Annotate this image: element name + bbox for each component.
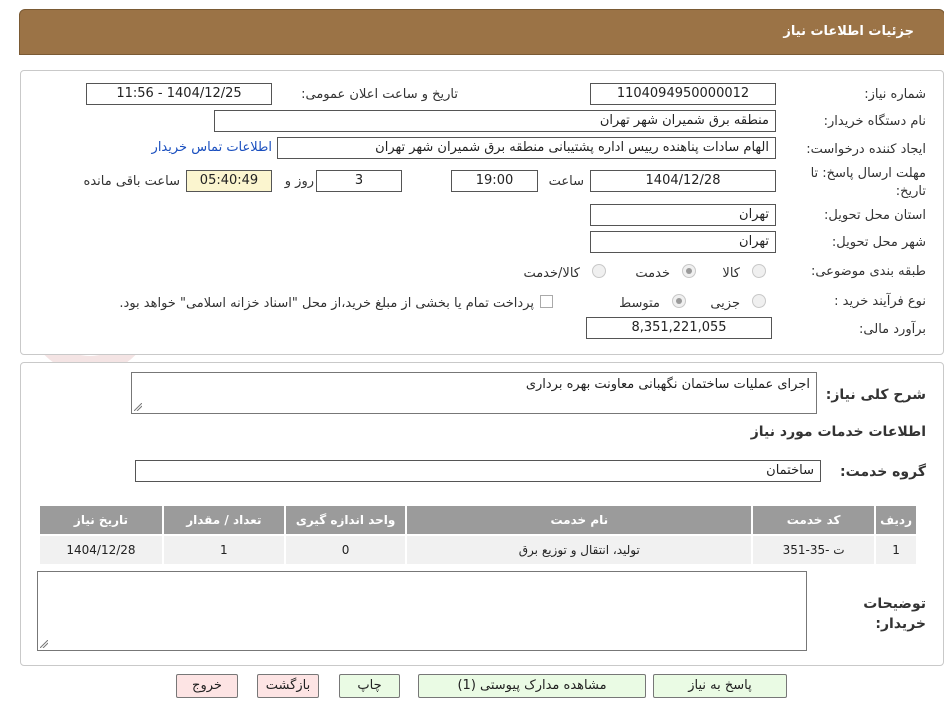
cell-need-date: 1404/12/28 [38,534,164,566]
reply-button[interactable]: پاسخ به نیاز [653,674,787,698]
category-option-goods: کالا [722,266,740,281]
cell-unit: 0 [283,534,408,566]
service-group-label: گروه خدمت: [840,464,926,480]
city-label: شهر محل تحویل: [831,235,926,250]
category-label: طبقه بندی موضوعی: [810,264,926,279]
buyer-org-label: نام دستگاه خریدار: [823,114,926,129]
treasury-payment-note: پرداخت تمام یا بخشی از مبلغ خرید،از محل … [119,296,534,311]
category-radio-goods[interactable] [752,264,766,278]
cell-service-name: تولید، انتقال و توزیع برق [405,534,754,566]
description-textarea[interactable]: اجرای عملیات ساختمان نگهبانی معاونت بهره… [131,372,817,414]
requester-field: الهام سادات پناهنده رییس اداره پشتیبانی … [277,137,776,159]
resize-grip-icon[interactable] [40,640,48,648]
category-option-service: خدمت [635,266,670,281]
col-row: ردیف [874,504,918,536]
deadline-label: مهلت ارسال پاسخ: تا تاریخ: [810,166,926,199]
budget-field: 8,351,221,055 [586,317,772,339]
need-number-label: شماره نیاز: [864,87,926,102]
description-label: شرح کلی نیاز: [825,387,926,403]
col-service-name: نام خدمت [405,504,754,536]
col-unit: واحد اندازه گیری [283,504,408,536]
need-number-field: 1104094950000012 [590,83,776,105]
deadline-time-label: ساعت [548,174,584,189]
days-field: 3 [316,170,402,192]
back-button[interactable]: بازگشت [257,674,319,698]
process-radio-minor[interactable] [752,294,766,308]
view-attachments-button[interactable]: مشاهده مدارک پیوستی (1) [418,674,646,698]
cell-quantity: 1 [161,534,286,566]
print-button[interactable]: چاپ [339,674,400,698]
province-label: استان محل تحویل: [824,208,926,223]
process-option-minor: جزیی [710,296,740,311]
province-field: تهران [590,204,776,226]
remaining-label: ساعت باقی مانده [83,174,180,189]
process-label: نوع فرآیند خرید : [834,294,926,309]
buyer-org-field: منطقه برق شمیران شهر تهران [214,110,776,132]
services-table: ردیف کد خدمت نام خدمت واحد اندازه گیری ت… [38,504,918,566]
buyer-notes-label: توضیحات خریدار: [863,596,926,632]
process-radio-medium[interactable] [672,294,686,308]
announce-field: 1404/12/25 - 11:56 [86,83,272,105]
col-need-date: تاریخ نیاز [38,504,164,536]
exit-button[interactable]: خروج [176,674,238,698]
description-text: اجرای عملیات ساختمان نگهبانی معاونت بهره… [525,377,810,392]
treasury-payment-checkbox[interactable] [540,295,553,308]
days-label: روز و [284,174,314,189]
process-option-medium: متوسط [619,296,660,311]
page-header: جزئیات اطلاعات نیاز [19,9,944,55]
requester-label: ایجاد کننده درخواست: [806,142,926,157]
buyer-notes-textarea[interactable] [37,571,807,651]
service-group-field: ساختمان [135,460,821,482]
col-service-code: کد خدمت [751,504,877,536]
resize-grip-icon[interactable] [134,403,142,411]
cell-row: 1 [874,534,918,566]
category-radio-service[interactable] [682,264,696,278]
category-radio-goods-service[interactable] [592,264,606,278]
table-row: 1 ت -35-351 تولید، انتقال و توزیع برق 0 … [38,534,918,566]
page-title: جزئیات اطلاعات نیاز [783,24,914,39]
services-table-header: ردیف کد خدمت نام خدمت واحد اندازه گیری ت… [38,504,918,536]
announce-label: تاریخ و ساعت اعلان عمومی: [301,87,458,102]
deadline-date-field: 1404/12/28 [590,170,776,192]
budget-label: برآورد مالی: [859,322,926,337]
category-option-goods-service: کالا/خدمت [523,266,580,281]
city-field: تهران [590,231,776,253]
services-section-title: اطلاعات خدمات مورد نیاز [750,424,926,440]
cell-service-code: ت -35-351 [751,534,877,566]
buyer-contact-link[interactable]: اطلاعات تماس خریدار [152,140,272,155]
remaining-time-field: 05:40:49 [186,170,272,192]
col-quantity: تعداد / مقدار [161,504,286,536]
deadline-time-field: 19:00 [451,170,538,192]
